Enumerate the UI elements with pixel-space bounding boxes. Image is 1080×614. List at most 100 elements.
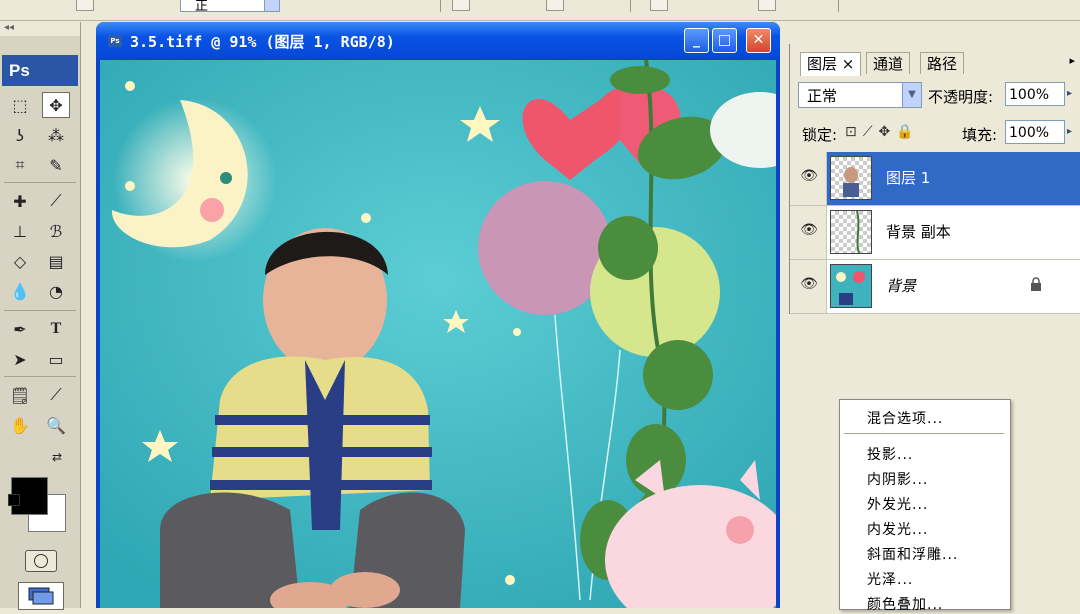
document-window: Ps 3.5.tiff @ 91% (图层 1, RGB/8) _ □ ✕ xyxy=(96,22,780,608)
crop-tool-icon[interactable]: ⌗ xyxy=(6,152,34,178)
notes-tool-icon[interactable]: 🗒 xyxy=(6,382,34,408)
lock-position-icon[interactable]: ✥ xyxy=(879,124,891,140)
magic-wand-tool-icon[interactable]: ⁂ xyxy=(42,122,70,148)
visibility-column: 👁 xyxy=(790,260,827,313)
panel-menu-icon[interactable]: ▸ xyxy=(1069,54,1075,67)
tab-layers[interactable]: 图层 × xyxy=(800,52,862,76)
minimize-button[interactable]: _ xyxy=(684,28,709,53)
distribute-button[interactable] xyxy=(650,0,668,11)
lock-transparency-icon[interactable]: ⊡ xyxy=(845,124,857,140)
maximize-button[interactable]: □ xyxy=(712,28,737,53)
document-titlebar[interactable]: Ps 3.5.tiff @ 91% (图层 1, RGB/8) _ □ ✕ xyxy=(96,22,780,58)
zoom-tool-icon[interactable]: 🔍 xyxy=(42,412,70,438)
path-selection-tool-icon[interactable]: ➤ xyxy=(6,346,34,372)
menu-item-color-overlay[interactable]: 颜色叠加... xyxy=(867,594,943,614)
shape-tool-icon[interactable]: ▭ xyxy=(42,346,70,372)
tab-channels[interactable]: 通道 xyxy=(866,52,911,74)
menu-separator xyxy=(844,433,1004,434)
layers-panel: 图层 × 通道 路径 ▸ 正常 ▼ 不透明度: 100% ▸ 锁定: ⊡ ⟋ ✥… xyxy=(789,44,1080,314)
blend-mode-select[interactable]: 正常 ▼ xyxy=(798,82,922,108)
image-canvas[interactable] xyxy=(100,60,776,608)
menu-item-blending-options[interactable]: 混合选项... xyxy=(867,408,943,428)
screen-mode-icon xyxy=(28,587,54,605)
eraser-tool-icon[interactable]: ◇ xyxy=(6,248,34,274)
photoshop-document-icon: Ps xyxy=(108,35,122,47)
menu-item-outer-glow[interactable]: 外发光... xyxy=(867,494,928,514)
opacity-slider-arrow-icon[interactable]: ▸ xyxy=(1067,82,1079,106)
menu-item-satin[interactable]: 光泽... xyxy=(867,569,913,589)
healing-brush-tool-icon[interactable]: ✚ xyxy=(6,188,34,214)
eye-icon[interactable]: 👁 xyxy=(798,221,820,239)
history-brush-tool-icon[interactable]: ℬ xyxy=(42,218,70,244)
layer-row[interactable]: 👁 背景 副本 xyxy=(790,206,1080,260)
pen-tool-icon[interactable]: ✒ xyxy=(6,316,34,342)
eye-icon[interactable]: 👁 xyxy=(798,275,820,293)
chevron-down-icon[interactable]: ▼ xyxy=(902,83,921,107)
visibility-column: 👁 xyxy=(790,206,827,259)
opacity-input[interactable]: 100% xyxy=(1005,82,1065,106)
opacity-label: 不透明度: xyxy=(928,88,994,106)
blur-tool-icon[interactable]: 💧 xyxy=(6,278,34,304)
lock-options: ⊡ ⟋ ✥ 🔒 xyxy=(845,124,914,140)
blend-mode-dropdown[interactable]: 正 xyxy=(180,0,280,14)
align-button[interactable] xyxy=(546,0,564,11)
close-tab-icon[interactable]: × xyxy=(842,55,855,73)
fill-input[interactable]: 100% xyxy=(1005,120,1065,144)
blend-mode-value: 正常 xyxy=(807,87,838,105)
photoshop-logo[interactable]: Ps xyxy=(2,55,78,86)
lock-all-icon[interactable]: 🔒 xyxy=(896,124,913,140)
lock-icon xyxy=(1031,277,1041,291)
menu-item-inner-glow[interactable]: 内发光... xyxy=(867,519,928,539)
distribute-button[interactable] xyxy=(758,0,776,11)
chevron-down-icon[interactable] xyxy=(264,0,279,11)
layer-style-context-menu: 混合选项... 投影... 内阴影... 外发光... 内发光... 斜面和浮雕… xyxy=(839,399,1011,613)
brush-tool-icon[interactable]: ⟋ xyxy=(42,188,70,214)
document-title: 3.5.tiff @ 91% (图层 1, RGB/8) xyxy=(130,33,395,51)
tab-paths[interactable]: 路径 xyxy=(920,52,965,74)
child-thumbnail xyxy=(843,167,859,197)
menu-item-inner-shadow[interactable]: 内阴影... xyxy=(867,469,928,489)
vine-thumbnail xyxy=(856,210,860,254)
type-tool-icon[interactable]: T xyxy=(42,316,70,342)
fill-slider-arrow-icon[interactable]: ▸ xyxy=(1067,120,1079,144)
screen-mode-button[interactable] xyxy=(18,582,64,610)
tab-layers-label: 图层 xyxy=(807,55,838,73)
clone-stamp-tool-icon[interactable]: ⊥ xyxy=(6,218,34,244)
visibility-column: 👁 xyxy=(790,152,827,205)
layer-name: 背景 xyxy=(886,277,917,295)
layer-row[interactable]: 👁 背景 xyxy=(790,260,1080,314)
layer-thumbnail xyxy=(830,210,872,254)
layer-row[interactable]: 👁 图层 1 xyxy=(790,152,1080,206)
quick-mask-button[interactable] xyxy=(25,550,57,572)
gradient-tool-icon[interactable]: ▤ xyxy=(42,248,70,274)
layer-thumbnail xyxy=(830,264,872,308)
close-button[interactable]: ✕ xyxy=(746,28,771,53)
fill-label: 填充: xyxy=(962,126,998,144)
move-tool-icon[interactable]: ✥ xyxy=(42,92,70,118)
separator xyxy=(630,0,631,12)
layer-thumbnail xyxy=(830,156,872,200)
separator xyxy=(440,0,441,12)
dodge-tool-icon[interactable]: ◔ xyxy=(42,278,70,304)
option-button[interactable] xyxy=(76,0,94,11)
moon-illustration xyxy=(111,98,277,262)
default-colors-icon[interactable] xyxy=(8,494,20,506)
panel-grip[interactable] xyxy=(789,22,1080,44)
lasso-tool-icon[interactable]: ʖ xyxy=(6,122,34,148)
lock-pixels-icon[interactable]: ⟋ xyxy=(863,124,873,140)
align-button[interactable] xyxy=(452,0,470,11)
toolbox: ◂◂ Ps ⬚ ✥ ʖ ⁂ ⌗ ✎ ✚ ⟋ ⊥ ℬ ◇ ▤ 💧 ◔ ✒ T ➤ … xyxy=(0,22,81,610)
swap-colors-icon[interactable]: ⇄ xyxy=(48,448,66,466)
eye-icon[interactable]: 👁 xyxy=(798,167,820,185)
layer-name: 背景 副本 xyxy=(886,223,951,241)
layer-name: 图层 1 xyxy=(886,169,931,187)
panel-tabs: 图层 × 通道 路径 ▸ xyxy=(790,44,1080,77)
menu-item-drop-shadow[interactable]: 投影... xyxy=(867,444,913,464)
options-bar: 正 xyxy=(0,0,1080,21)
eyedropper-tool-icon[interactable]: ⟋ xyxy=(42,382,70,408)
slice-tool-icon[interactable]: ✎ xyxy=(42,152,70,178)
toolbox-grip[interactable]: ◂◂ xyxy=(0,22,80,36)
marquee-tool-icon[interactable]: ⬚ xyxy=(6,92,34,118)
hand-tool-icon[interactable]: ✋ xyxy=(6,412,34,438)
menu-item-bevel-emboss[interactable]: 斜面和浮雕... xyxy=(867,544,958,564)
